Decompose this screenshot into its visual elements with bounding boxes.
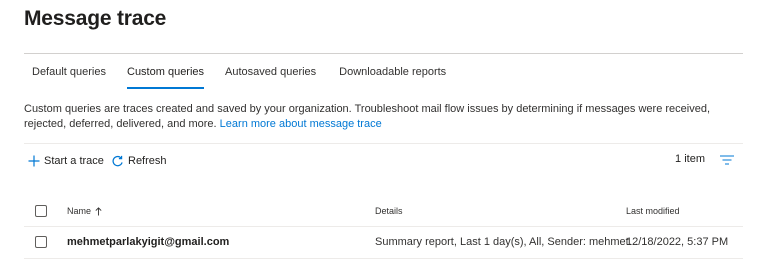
refresh-label: Refresh — [128, 155, 167, 167]
row-last-modified: 12/18/2022, 5:37 PM — [626, 236, 729, 248]
tab-list: Default queries Custom queries Autosaved… — [24, 57, 454, 89]
item-count: 1 item — [675, 153, 705, 165]
header-divider — [24, 226, 743, 227]
column-header-name[interactable]: Name — [67, 206, 102, 216]
refresh-button[interactable]: Refresh — [111, 151, 167, 171]
column-header-name-label: Name — [67, 206, 92, 216]
start-trace-label: Start a trace — [44, 155, 104, 167]
page-description: Custom queries are traces created and sa… — [24, 102, 749, 132]
column-header-last-modified[interactable]: Last modified — [626, 206, 680, 216]
column-header-details[interactable]: Details — [375, 206, 403, 216]
tab-default-queries[interactable]: Default queries — [24, 57, 114, 89]
row-details: Summary report, Last 1 day(s), All, Send… — [375, 236, 638, 248]
tab-autosaved-queries[interactable]: Autosaved queries — [217, 57, 324, 89]
filter-icon[interactable] — [720, 155, 734, 165]
arrow-up-icon — [95, 206, 102, 215]
plus-icon — [28, 155, 40, 167]
tab-custom-queries[interactable]: Custom queries — [119, 57, 212, 89]
toolbar-divider — [24, 143, 743, 144]
refresh-icon — [112, 155, 123, 166]
page-title: Message trace — [24, 7, 167, 30]
tab-downloadable-reports[interactable]: Downloadable reports — [331, 57, 454, 89]
start-trace-button[interactable]: Start a trace — [28, 151, 104, 171]
row-divider — [24, 258, 743, 259]
learn-more-link[interactable]: Learn more about message trace — [220, 118, 382, 130]
row-checkbox[interactable] — [35, 236, 47, 248]
row-name[interactable]: mehmetparlakyigit@gmail.com — [67, 236, 229, 248]
title-divider — [24, 53, 743, 54]
select-all-checkbox[interactable] — [35, 205, 47, 217]
